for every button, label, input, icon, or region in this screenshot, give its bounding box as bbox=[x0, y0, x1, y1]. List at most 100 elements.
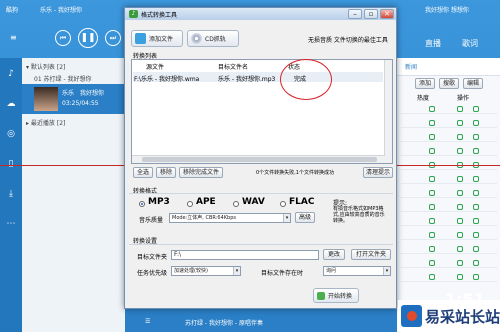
watermark-logo bbox=[401, 305, 422, 327]
list-item[interactable] bbox=[401, 202, 497, 212]
format-radio-flac[interactable] bbox=[280, 201, 286, 207]
add-icon[interactable] bbox=[457, 260, 463, 266]
list-icon[interactable]: ☰ bbox=[145, 318, 150, 325]
change-folder-button[interactable]: 更改 bbox=[323, 249, 345, 260]
priority-select[interactable]: 加速处理(较快) ▾ bbox=[171, 266, 241, 276]
pause-icon[interactable]: ❚❚ bbox=[78, 28, 98, 48]
right-add-button[interactable]: 添加 bbox=[415, 78, 435, 89]
format-radio-mp3[interactable] bbox=[139, 201, 145, 207]
tab-live[interactable]: 直播 bbox=[425, 38, 441, 49]
download-icon[interactable] bbox=[473, 274, 479, 280]
list-item[interactable] bbox=[401, 104, 497, 114]
add-icon[interactable] bbox=[457, 232, 463, 238]
add-icon[interactable] bbox=[457, 246, 463, 252]
dialog-titlebar[interactable]: ♪ 格式转换工具 – ▫ ✕ bbox=[125, 8, 396, 20]
quality-select[interactable]: Mode:立体声, CBR:64Kbps ▾ bbox=[169, 213, 291, 223]
add-icon[interactable] bbox=[457, 148, 463, 154]
format-radio-ape[interactable] bbox=[187, 201, 193, 207]
maximize-button[interactable]: ▫ bbox=[364, 9, 378, 19]
download-icon[interactable] bbox=[473, 204, 479, 210]
download-icon[interactable] bbox=[473, 246, 479, 252]
open-folder-button[interactable]: 打开文件夹 bbox=[351, 249, 391, 260]
download-icon[interactable] bbox=[473, 218, 479, 224]
list-item[interactable] bbox=[401, 188, 497, 198]
right-search-button[interactable]: 搜歌 bbox=[439, 78, 459, 89]
column-header-source[interactable]: 源文件 bbox=[146, 62, 164, 71]
add-icon[interactable] bbox=[457, 204, 463, 210]
column-header-target[interactable]: 目标文件名 bbox=[218, 62, 248, 71]
download-icon[interactable] bbox=[473, 134, 479, 140]
more-icon[interactable]: ⋯ bbox=[5, 218, 17, 230]
download-icon[interactable] bbox=[473, 106, 479, 112]
close-button[interactable]: ✕ bbox=[380, 9, 394, 19]
add-icon[interactable] bbox=[457, 134, 463, 140]
player-user-name[interactable]: 我好想你 想想你 bbox=[425, 5, 469, 14]
list-horizontal-scrollbar[interactable] bbox=[132, 155, 385, 163]
download-icon[interactable]: ⤓ bbox=[5, 188, 17, 200]
tip-text: 有损音乐格式如MP3格式,应由较高音质的音乐转换。 bbox=[333, 206, 385, 224]
remove-button[interactable]: 移除 bbox=[156, 167, 176, 178]
cloud-icon[interactable]: ☁ bbox=[5, 98, 17, 110]
playlist-default-header[interactable]: ▾ 默认列表 [2] bbox=[26, 62, 65, 71]
playlist-recent-header[interactable]: ▸ 最近播放 [2] bbox=[26, 118, 65, 127]
right-panel-news[interactable]: 新闻 bbox=[405, 62, 417, 71]
convert-list[interactable]: 源文件 目标文件名 状态 F:\乐乐 - 我好想你.wma 乐乐 - 我好想你.… bbox=[131, 59, 393, 164]
file-exists-select[interactable]: 询问 ▾ bbox=[323, 266, 391, 276]
add-icon[interactable] bbox=[457, 190, 463, 196]
clear-tips-button[interactable]: 清理提示 bbox=[363, 167, 393, 178]
player-app-title: 酷狗 bbox=[6, 7, 19, 14]
download-icon[interactable] bbox=[473, 176, 479, 182]
format-label-ape[interactable]: APE bbox=[196, 197, 216, 207]
list-vertical-scrollbar[interactable] bbox=[384, 60, 392, 163]
chevron-down-icon[interactable]: ▾ bbox=[383, 267, 390, 275]
format-label-mp3[interactable]: MP3 bbox=[148, 197, 170, 207]
download-icon[interactable] bbox=[473, 120, 479, 126]
now-playing-card[interactable]: 乐乐 我好想你 03:25/04:55 bbox=[22, 84, 125, 114]
format-radio-wav[interactable] bbox=[233, 201, 239, 207]
quality-value: Mode:立体声, CBR:64Kbps bbox=[172, 215, 237, 221]
list-item[interactable] bbox=[401, 174, 497, 184]
add-icon[interactable] bbox=[457, 176, 463, 182]
add-icon[interactable] bbox=[457, 218, 463, 224]
remove-completed-button[interactable]: 移除完成文件 bbox=[179, 167, 223, 178]
previous-icon[interactable]: ⏮ bbox=[55, 30, 71, 46]
list-item[interactable] bbox=[401, 244, 497, 254]
list-item[interactable] bbox=[401, 146, 497, 156]
start-convert-button[interactable]: 开始转换 bbox=[313, 288, 359, 303]
cd-rip-button[interactable]: CD抓轨 bbox=[187, 30, 239, 47]
playlist-item[interactable]: 01 苏打绿 - 我好想你 bbox=[34, 74, 92, 83]
select-all-button[interactable]: 全选 bbox=[133, 167, 153, 178]
bottom-now-playing: 苏打绿 - 我好想你 - 原唱伴奏 bbox=[185, 320, 263, 327]
list-item[interactable] bbox=[401, 216, 497, 226]
music-note-icon[interactable]: ♪ bbox=[5, 68, 17, 80]
radio-icon[interactable]: ◎ bbox=[5, 128, 17, 140]
target-folder-field[interactable]: F:\ bbox=[171, 250, 319, 260]
chevron-down-icon[interactable]: ▾ bbox=[233, 267, 240, 275]
add-icon[interactable] bbox=[457, 120, 463, 126]
format-label-flac[interactable]: FLAC bbox=[289, 197, 314, 207]
list-item[interactable] bbox=[401, 230, 497, 240]
download-icon[interactable] bbox=[473, 148, 479, 154]
list-item[interactable] bbox=[401, 118, 497, 128]
format-label-wav[interactable]: WAV bbox=[242, 197, 265, 207]
download-icon[interactable] bbox=[473, 190, 479, 196]
headphone-icon bbox=[429, 246, 435, 252]
add-icon[interactable] bbox=[457, 106, 463, 112]
now-playing-artist: 乐乐 bbox=[62, 90, 75, 97]
list-item[interactable] bbox=[401, 272, 497, 282]
advanced-button[interactable]: 高级 bbox=[295, 212, 315, 223]
next-icon[interactable]: ⏭ bbox=[105, 30, 121, 46]
phone-icon[interactable]: ▯ bbox=[5, 158, 17, 170]
menu-icon[interactable]: ≡ bbox=[10, 33, 17, 42]
list-item[interactable] bbox=[401, 258, 497, 268]
minimize-button[interactable]: – bbox=[348, 9, 362, 19]
download-icon[interactable] bbox=[473, 260, 479, 266]
scrollbar-thumb[interactable] bbox=[142, 157, 377, 162]
chevron-down-icon[interactable]: ▾ bbox=[283, 214, 290, 222]
add-file-button[interactable]: 添加文件 bbox=[131, 30, 183, 47]
list-item[interactable] bbox=[401, 132, 497, 142]
download-icon[interactable] bbox=[473, 232, 479, 238]
tab-lyrics[interactable]: 歌词 bbox=[462, 38, 478, 49]
add-icon[interactable] bbox=[457, 274, 463, 280]
right-edit-button[interactable]: 编辑 bbox=[463, 78, 483, 89]
